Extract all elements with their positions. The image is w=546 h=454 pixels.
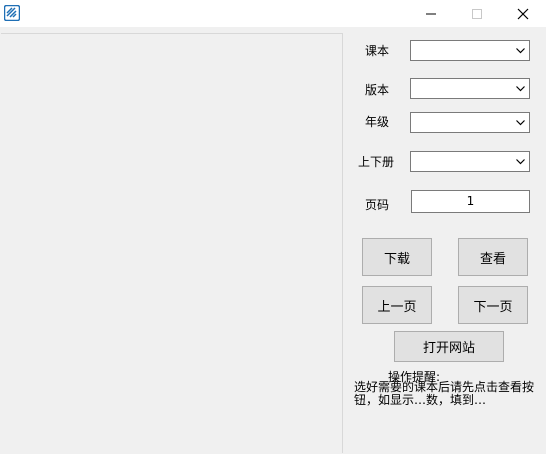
view-button[interactable]: 查看	[458, 238, 528, 276]
textbook-select[interactable]	[410, 40, 530, 61]
close-icon	[517, 8, 529, 19]
open-website-button-label: 打开网站	[422, 341, 475, 356]
page-label: 页码	[365, 198, 390, 212]
title-bar	[0, 0, 546, 27]
maximize-button[interactable]	[454, 0, 500, 27]
grade-label: 年级	[365, 115, 390, 129]
view-button-label: 查看	[479, 251, 506, 267]
prev-page-button[interactable]: 上一页	[362, 286, 432, 324]
volume-select[interactable]	[410, 151, 530, 172]
edition-label: 版本	[365, 83, 390, 97]
open-website-button[interactable]: 打开网站	[394, 331, 504, 362]
grade-select[interactable]	[410, 112, 530, 133]
volume-label: 上下册	[358, 155, 395, 169]
minimize-button[interactable]	[408, 0, 454, 27]
edition-select[interactable]	[410, 78, 530, 99]
download-button[interactable]: 下载	[362, 238, 432, 276]
minimize-icon	[426, 13, 436, 14]
textbook-label: 课本	[365, 44, 390, 58]
page-preview-panel	[1, 33, 343, 453]
maximize-icon	[472, 8, 482, 19]
close-button[interactable]	[500, 0, 546, 27]
next-page-button[interactable]: 下一页	[458, 286, 528, 324]
page-number-input[interactable]: 1	[411, 190, 530, 213]
tips-text: 选好需要的课本后请先点击查看按钮，如显示…数，填到…	[354, 380, 535, 407]
next-page-button-label: 下一页	[473, 299, 513, 315]
download-button-label: 下载	[383, 251, 410, 267]
app-icon	[3, 4, 21, 22]
chevron-down-icon	[516, 120, 525, 126]
chevron-down-icon	[516, 159, 525, 165]
prev-page-button-label: 上一页	[377, 299, 417, 315]
chevron-down-icon	[516, 86, 525, 92]
chevron-down-icon	[516, 48, 525, 54]
